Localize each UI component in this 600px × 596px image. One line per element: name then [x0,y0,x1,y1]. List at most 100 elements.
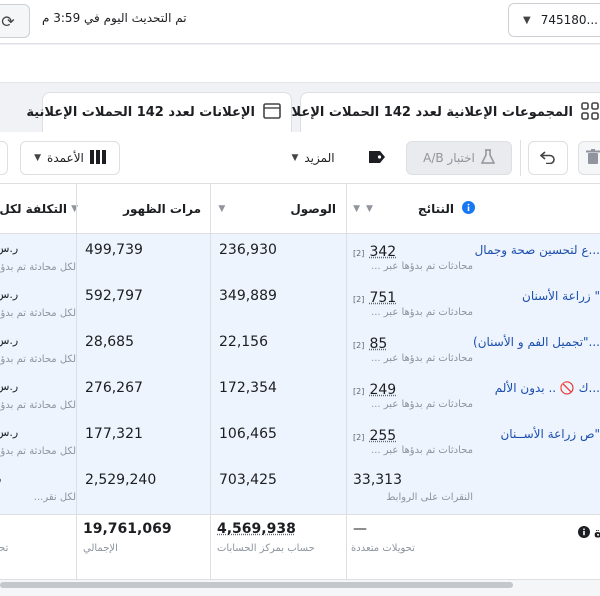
summary-label-group: ة [578,523,600,542]
undo-button[interactable] [528,141,568,175]
grid-icon [581,101,599,124]
refresh-icon: ⟳ [1,11,15,31]
impressions-value: 499,739 [85,242,143,258]
ad-name-link[interactable]: "ص زراعة الأســنان [500,427,600,441]
summary-reach-value[interactable]: 4,569,938 [217,521,296,537]
reach-value: 703,425 [219,472,277,488]
impressions-value: 592,797 [85,288,143,304]
info-icon[interactable] [578,523,590,542]
column-header-cost-per-result[interactable]: التكلفة لكل نتيجة [0,184,77,234]
badge: [2] [353,433,365,442]
cost-subtext: لكل محادثة تم بدؤ... [0,446,76,457]
summary-results-subtext: تحويلات متعددة [351,543,415,554]
data-table: النتائج ▼ ▼ الوصول ▼ مرات الظهور ▼ التكل… [0,184,600,579]
results-value[interactable]: 255 [369,428,396,444]
table-row[interactable]: ..."تجميل الفم و الأسنان) [2] 85 محادثات… [0,326,600,372]
reach-value: 236,930 [219,242,277,258]
badge: [2] [353,387,365,396]
table-row[interactable]: ...ك 🚫 .. بدون الألم [2] 249 محادثات تم … [0,372,600,418]
summary-impressions-subtext: الإجمالي [83,543,118,554]
reach-value: 106,465 [219,426,277,442]
results-subtext: محادثات تم بدؤها عبر ... [371,445,473,456]
table-row[interactable]: " زراعة الأسنان [2] 751 محادثات تم بدؤها… [0,280,600,326]
results-subtext: محادثات تم بدؤها عبر ... [371,353,473,364]
trash-icon [586,148,600,168]
more-dropdown[interactable]: المزيد ▼ [282,141,344,175]
ad-name-link[interactable]: ..."تجميل الفم و الأسنان) [473,335,600,349]
scrollbar-thumb[interactable] [0,582,513,588]
cost-value: ر.س [0,426,19,439]
account-selector[interactable]: ▼ 745180... [508,3,600,37]
impressions-value: 177,321 [85,426,143,442]
reach-value: 349,889 [219,288,277,304]
undo-icon [539,150,556,167]
ab-test-button[interactable]: اختبار A/B [406,141,512,175]
last-updated-text: تم التحديث اليوم في 3:59 م [42,11,187,25]
summary-row: ة — تحويلات متعددة 4,569,938 حساب بمركز … [0,515,600,579]
results-subtext: النقرات على الروابط [386,492,473,503]
reach-value: 22,156 [219,334,268,350]
tab-ad-sets-label: المجموعات الإعلانية لعدد 142 الحملات الإ… [273,105,573,120]
toolbar-divider [520,140,521,176]
impressions-value: 2,529,240 [85,472,157,488]
tab-ad-sets[interactable]: المجموعات الإعلانية لعدد 142 الحملات الإ… [273,92,600,132]
results-value[interactable]: 751 [369,290,396,306]
results-value[interactable]: 249 [369,382,396,398]
ad-icon [263,102,281,123]
column-header-cost-label: التكلفة لكل نتيجة [0,201,67,216]
cost-subtext: لكل محادثة تم بدؤ... [0,308,76,319]
column-header-results[interactable]: النتائج ▼ ▼ [346,184,600,234]
tab-ads[interactable]: الإعلانات لعدد 142 الحملات الإعلانية [26,92,292,132]
column-header-results-label: النتائج [417,201,454,216]
column-header-reach[interactable]: الوصول ▼ [211,184,346,234]
sort-icon: ▼ [218,203,226,214]
ab-test-label: اختبار A/B [423,151,475,165]
cost-subtext: لكل محادثة تم بدؤ... [0,354,76,365]
ad-name-link[interactable]: ...ك 🚫 .. بدون الألم [495,381,600,395]
flask-icon [480,148,496,168]
summary-label: ة [594,524,600,541]
results-value[interactable]: 342 [369,244,396,260]
columns-button[interactable]: الأعمدة ▼ [20,141,120,175]
results-value[interactable]: 85 [369,336,387,352]
results-subtext: محادثات تم بدؤها عبر ... [371,261,473,272]
table-row[interactable]: ...ع لتحسين صحة وجمال [2] 342 محادثات تم… [0,234,600,280]
account-selector-value: 745180... [540,13,598,27]
toolbar-overflow-button[interactable] [0,141,8,175]
summary-cost-subtext: تحو [0,543,9,554]
badge: [2] [353,295,365,304]
cost-subtext: لكل محادثة تم بدؤ... [0,400,76,411]
filter-band [0,45,600,83]
impressions-value: 28,685 [85,334,134,350]
columns-icon [89,149,106,167]
results-value: 33,313 [353,472,402,488]
results-subtext: محادثات تم بدؤها عبر ... [371,399,473,410]
top-bar: ⟳ تم التحديث اليوم في 3:59 م ▼ 745180... [0,0,600,44]
delete-button[interactable] [578,141,600,175]
summary-results-value: — [353,521,367,537]
cost-value: ر.س [0,380,19,393]
tag-icon [368,149,386,168]
table-row[interactable]: 33,313 النقرات على الروابط 703,425 2,529… [0,464,600,514]
column-header-reach-label: الوصول [290,201,336,216]
columns-label: الأعمدة [47,151,84,165]
column-header-impressions-label: مرات الظهور [123,201,201,216]
badge: [2] [353,249,365,258]
refresh-button[interactable]: ⟳ [0,4,30,38]
badge: [2] [353,341,365,350]
cost-value: ر.س [0,242,19,255]
chevron-down-icon: ▼ [34,153,42,163]
ad-name-link[interactable]: ...ع لتحسين صحة وجمال [475,243,600,257]
results-subtext: محادثات تم بدؤها عبر ... [371,307,473,318]
info-icon [462,200,475,217]
chevron-down-icon: ▼ [291,153,299,163]
table-row[interactable]: "ص زراعة الأســنان [2] 255 محادثات تم بد… [0,418,600,464]
summary-impressions-value: 19,761,069 [83,521,172,537]
reach-value: 172,354 [219,380,277,396]
tag-button[interactable] [357,141,397,175]
sort-icon: ▼ [366,203,373,214]
cost-subtext: لكل نقر... [33,492,76,503]
column-header-impressions[interactable]: مرات الظهور ▼ [71,184,211,234]
summary-reach-subtext: حساب بمركز الحسابات [217,543,315,554]
ad-name-link[interactable]: " زراعة الأسنان [522,289,600,303]
